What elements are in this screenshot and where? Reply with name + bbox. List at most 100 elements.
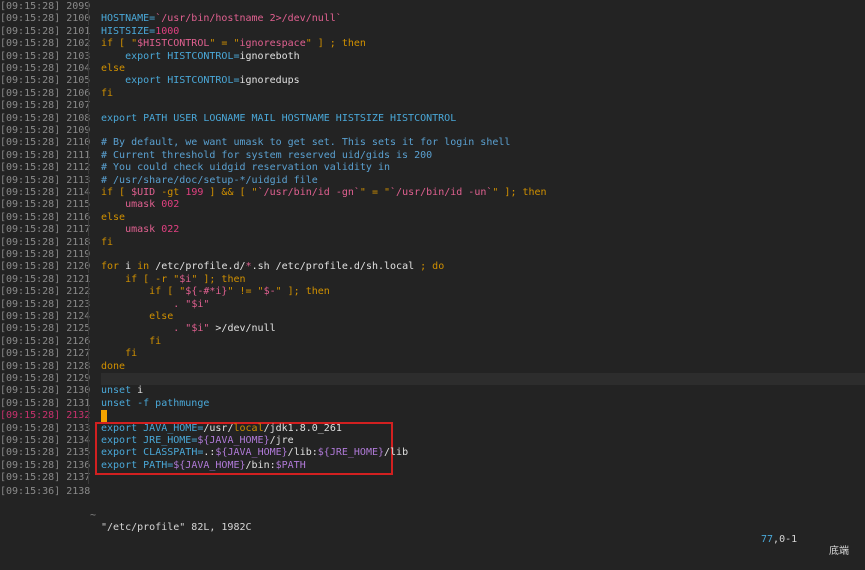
line-number: [09:15:28] 2136 bbox=[0, 459, 91, 471]
line-number: [09:15:28] 2130 bbox=[0, 385, 91, 397]
code-line[interactable]: [09:15:28] 2123 . "$i" bbox=[0, 298, 865, 311]
code-token: /jre bbox=[269, 435, 294, 446]
gutter-separator bbox=[88, 323, 89, 336]
line-number: [09:15:28] 2121 bbox=[0, 273, 91, 285]
code-line[interactable]: [09:15:28] 2109 bbox=[0, 125, 865, 137]
gutter-separator bbox=[88, 149, 89, 162]
code-text: # You could check uidgid reservation val… bbox=[101, 162, 390, 174]
code-token: $UID bbox=[131, 187, 156, 198]
code-token: HISTCONTROL= bbox=[167, 50, 240, 62]
code-line[interactable]: [09:15:28] 2100 HOSTNAME=`/usr/bin/hostna… bbox=[0, 13, 865, 26]
line-number: [09:15:28] 2129 bbox=[0, 373, 91, 384]
code-token: done bbox=[101, 360, 126, 372]
code-token: $i bbox=[191, 298, 204, 310]
code-token: 1000 bbox=[155, 25, 180, 37]
code-line[interactable]: [09:15:28] 2119 bbox=[0, 249, 865, 261]
code-token: ] && [ " bbox=[203, 187, 258, 198]
code-line[interactable]: [09:15:28] 2114 if [ $UID -gt 199 ] && [ … bbox=[0, 187, 865, 199]
code-line[interactable]: [09:15:28] 2130 unset i bbox=[0, 385, 865, 398]
code-token: ignoredups bbox=[239, 75, 300, 87]
code-text: if [ -r "$i" ]; then bbox=[101, 273, 245, 286]
code-line[interactable]: [09:15:28] 2120 for i in /etc/profile.d/*… bbox=[0, 261, 865, 274]
gutter-separator bbox=[88, 348, 89, 361]
code-token: >/dev/null bbox=[215, 323, 276, 335]
code-line[interactable]: [09:15:28] 2124 else bbox=[0, 311, 865, 323]
code-token: $i bbox=[191, 323, 204, 335]
gutter-separator bbox=[88, 286, 89, 299]
code-line[interactable]: [09:15:28] 2121 if [ -r "$i" ]; then bbox=[0, 273, 865, 286]
code-line[interactable]: [09:15:28] 2105 export HISTCONTROL=ignor… bbox=[0, 75, 865, 88]
code-line[interactable]: [09:15:28] 2107 bbox=[0, 100, 865, 113]
code-line[interactable]: [09:15:28] 2116 else bbox=[0, 211, 865, 224]
code-line[interactable]: [09:15:28] 2110 # By default, we want uma… bbox=[0, 137, 865, 150]
code-line[interactable]: [09:15:28] 2103 export HISTCONTROL=ignor… bbox=[0, 50, 865, 63]
line-number: [09:15:28] 2109 bbox=[0, 125, 91, 136]
line-number: [09:15:28] 2101 bbox=[0, 25, 91, 37]
code-line[interactable]: [09:15:28] 2115 umask 002 bbox=[0, 199, 865, 212]
code-line[interactable]: [09:15:28] 2128 done bbox=[0, 360, 865, 373]
code-line[interactable]: [09:15:28] 2106 fi bbox=[0, 87, 865, 100]
code-token: /lib: bbox=[287, 447, 318, 459]
code-token: export PATH USER LOGNAME MAIL HOSTNAME H… bbox=[101, 112, 457, 124]
gutter-separator bbox=[88, 1, 89, 13]
code-line[interactable]: [09:15:28] 2135 export CLASSPATH=.:${JAVA… bbox=[0, 447, 865, 460]
code-line[interactable]: [09:15:28] 2133 export JAVA_HOME=/usr/loc… bbox=[0, 422, 865, 435]
code-token: else bbox=[101, 311, 174, 322]
gutter-separator bbox=[88, 211, 89, 224]
code-text: # /usr/share/doc/setup-*/uidgid file bbox=[101, 175, 318, 187]
empty-line-tilde: ~ bbox=[90, 510, 97, 521]
gutter-separator bbox=[88, 75, 89, 88]
line-number: [09:15:28] 2110 bbox=[0, 137, 91, 149]
code-token: $i bbox=[179, 273, 192, 285]
code-text: export HISTCONTROL=ignoreboth bbox=[101, 51, 300, 63]
code-line[interactable]: [09:15:28] 2136 export PATH=${JAVA_HOME}/… bbox=[0, 459, 865, 472]
code-token: export bbox=[101, 50, 168, 62]
code-token: /bin: bbox=[245, 459, 276, 471]
code-line[interactable]: [09:15:28] 2131 unset -f pathmunge bbox=[0, 397, 865, 410]
code-line[interactable]: [09:15:28] 2132 bbox=[0, 410, 865, 423]
terminal-editor[interactable]: [09:15:36] 2138 ~ "/etc/profile" 82L, 19… bbox=[0, 0, 865, 557]
code-line[interactable]: [09:15:28] 2102 if [ "$HISTCONTROL" = "ig… bbox=[0, 38, 865, 51]
code-token: " = " bbox=[209, 38, 240, 50]
line-number: [09:15:28] 2120 bbox=[0, 261, 91, 273]
code-token: ${-#*i} bbox=[185, 286, 228, 298]
code-token: /etc/profile.d/ bbox=[155, 261, 246, 273]
line-number: [09:15:28] 2106 bbox=[0, 87, 91, 99]
code-token: .: bbox=[203, 447, 216, 459]
gutter-separator bbox=[88, 447, 89, 460]
code-token: ${JRE_HOME} bbox=[317, 447, 385, 459]
code-line[interactable]: [09:15:28] 2122 if [ "${-#*i}" != "$-" ]… bbox=[0, 286, 865, 299]
line-number: [09:15:28] 2132 bbox=[0, 410, 91, 422]
line-number: [09:15:28] 2126 bbox=[0, 335, 91, 347]
code-line[interactable]: [09:15:28] 2117 umask 022 bbox=[0, 224, 865, 237]
code-line[interactable]: [09:15:28] 2101 HISTSIZE=1000 bbox=[0, 25, 865, 38]
code-token: unset bbox=[101, 385, 138, 397]
code-line[interactable]: [09:15:28] 2104 else bbox=[0, 63, 865, 75]
code-token: JAVA_HOME= bbox=[143, 422, 204, 434]
line-highlight bbox=[101, 373, 865, 385]
code-token: -gt bbox=[155, 187, 186, 198]
code-line[interactable]: [09:15:28] 2125 . "$i" >/dev/null bbox=[0, 323, 865, 336]
code-line[interactable]: [09:15:28] 2126 fi bbox=[0, 335, 865, 348]
code-line[interactable]: [09:15:28] 2129 bbox=[0, 373, 865, 385]
text-cursor bbox=[101, 410, 107, 423]
code-line[interactable]: [09:15:28] 2112 # You could check uidgid … bbox=[0, 162, 865, 175]
code-line[interactable]: [09:15:28] 2111 # Current threshold for s… bbox=[0, 149, 865, 162]
code-line[interactable]: [09:15:28] 2118 fi bbox=[0, 236, 865, 249]
gutter-separator bbox=[88, 187, 89, 199]
code-token: # /usr/share/doc/setup-*/uidgid file bbox=[101, 174, 318, 186]
code-line[interactable]: [09:15:28] 2134 export JRE_HOME=${JAVA_HO… bbox=[0, 435, 865, 447]
code-token: ignoreboth bbox=[239, 50, 300, 62]
code-token: " ] ; then bbox=[305, 38, 366, 50]
code-line[interactable]: [09:15:28] 2127 fi bbox=[0, 348, 865, 361]
code-token: HISTCONTROL= bbox=[167, 75, 240, 87]
code-token: unset -f pathmunge bbox=[101, 397, 210, 409]
code-line[interactable]: [09:15:28] 2099 bbox=[0, 1, 865, 13]
code-line[interactable]: [09:15:28] 2137 bbox=[0, 472, 865, 485]
code-token: /usr/ bbox=[203, 422, 234, 434]
gutter-separator bbox=[88, 459, 89, 472]
code-line[interactable]: [09:15:28] 2108 export PATH USER LOGNAME … bbox=[0, 112, 865, 125]
code-token: else bbox=[101, 211, 126, 223]
code-line[interactable]: [09:15:28] 2113 # /usr/share/doc/setup-*/… bbox=[0, 174, 865, 187]
code-text: HOSTNAME=`/usr/bin/hostname 2>/dev/null` bbox=[101, 13, 342, 25]
